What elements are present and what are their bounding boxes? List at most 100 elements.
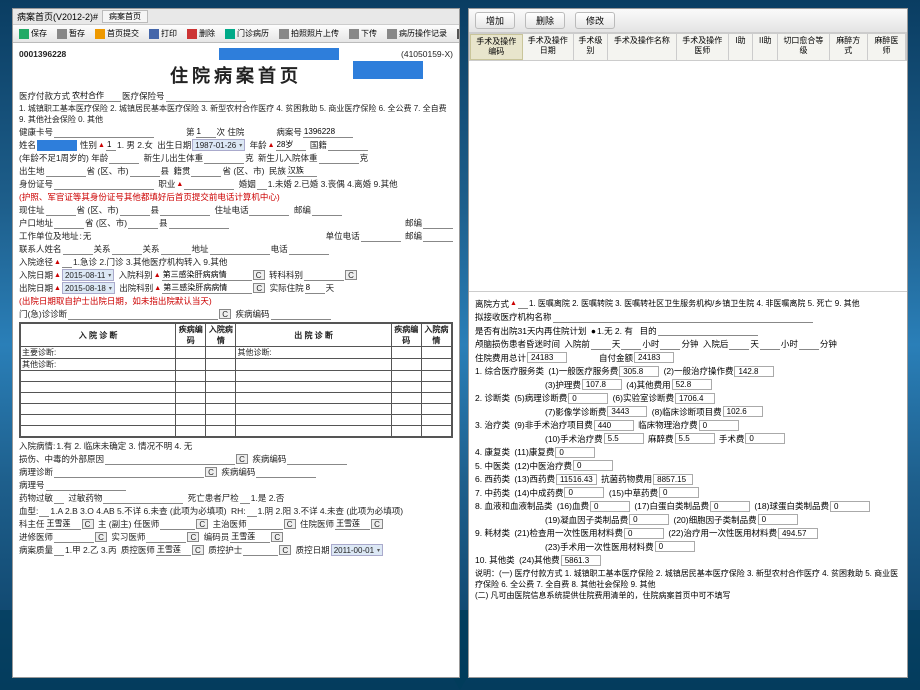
qc-nurse-input[interactable] bbox=[243, 545, 278, 556]
work-zip-input[interactable] bbox=[423, 231, 453, 242]
work-phone-input[interactable] bbox=[361, 231, 401, 242]
toolbar: 保存 暂存 首页提交 打印 删除 门诊病历 拍照照片上传 下传 病历操作记录 字… bbox=[13, 25, 459, 43]
fee-3b: 0 bbox=[699, 420, 739, 431]
fee-1b: 142.8 bbox=[734, 366, 774, 377]
fee-2c: 3443 bbox=[607, 406, 647, 417]
col-op-code[interactable]: 手术及操作编码 bbox=[470, 34, 523, 60]
native-prov-input[interactable] bbox=[191, 166, 221, 177]
submit-button[interactable]: 首页提交 bbox=[91, 27, 143, 40]
leave-input[interactable] bbox=[518, 298, 528, 309]
lookup-button[interactable]: C bbox=[253, 270, 265, 280]
newborn-admit-input[interactable] bbox=[319, 153, 359, 164]
infant-age-input[interactable] bbox=[109, 153, 139, 164]
col-asst1[interactable]: I助 bbox=[729, 34, 754, 60]
outpatient-button[interactable]: 门诊病历 bbox=[221, 27, 273, 40]
rh-input[interactable] bbox=[247, 506, 257, 517]
gender-input[interactable] bbox=[106, 140, 116, 151]
save-button[interactable]: 保存 bbox=[15, 27, 51, 40]
addr-phone-input[interactable] bbox=[249, 205, 289, 216]
qc-date-picker[interactable]: 2011-00-01 bbox=[331, 544, 383, 556]
clinic-diag-input[interactable] bbox=[68, 309, 218, 320]
fee-3d: 5.5 bbox=[675, 433, 715, 444]
col-asst2[interactable]: II助 bbox=[753, 34, 778, 60]
pract-input[interactable] bbox=[146, 532, 186, 543]
fee-4a: 0 bbox=[555, 447, 595, 458]
injury-input[interactable] bbox=[105, 454, 235, 465]
contact-phone-input[interactable] bbox=[289, 244, 329, 255]
path-no-input[interactable] bbox=[46, 480, 126, 491]
diagnosis-table: 入 院 诊 断 疾病编码 入院病情 出 院 诊 断 疾病编码 入院病情 主要诊断… bbox=[19, 322, 453, 438]
relation-input[interactable] bbox=[112, 244, 142, 255]
attending-input[interactable] bbox=[248, 519, 283, 530]
blood-input[interactable] bbox=[39, 506, 49, 517]
admit-way-input[interactable] bbox=[62, 257, 72, 268]
chief-input[interactable] bbox=[46, 519, 81, 530]
visit-num-input[interactable] bbox=[196, 127, 216, 138]
col-heal[interactable]: 切口愈合等级 bbox=[778, 34, 830, 60]
gender-label: 性别 bbox=[80, 139, 97, 151]
surgery-grid-body[interactable] bbox=[469, 61, 907, 291]
del-button[interactable]: 删除 bbox=[525, 12, 565, 29]
dis-dept-input[interactable] bbox=[162, 283, 252, 294]
print-button[interactable]: 打印 bbox=[145, 27, 181, 40]
delete-button[interactable]: 删除 bbox=[183, 27, 219, 40]
contact-addr-input[interactable] bbox=[210, 244, 270, 255]
col-anes-doc[interactable]: 麻醉医师 bbox=[868, 34, 906, 60]
quality-input[interactable] bbox=[54, 545, 64, 556]
tempsave-button[interactable]: 暂存 bbox=[53, 27, 89, 40]
font-button[interactable]: 字体 bbox=[453, 27, 460, 40]
birth-prov-input[interactable] bbox=[46, 166, 86, 177]
admit-dept-input[interactable] bbox=[162, 270, 252, 281]
col-anes[interactable]: 麻醉方式 bbox=[830, 34, 868, 60]
days-input[interactable] bbox=[305, 283, 325, 294]
font-icon bbox=[457, 29, 460, 39]
resident-input[interactable] bbox=[335, 519, 370, 530]
tab-record[interactable]: 病案首页 bbox=[102, 10, 148, 23]
pay-method-note: 1. 城镇职工基本医疗保险 2. 城镇居民基本医疗保险 3. 新型农村合作医疗 … bbox=[19, 103, 453, 125]
col-op-doc[interactable]: 手术及操作医师 bbox=[677, 34, 729, 60]
left-form-panel: 病案首页(V2012-2)# 病案首页 保存 暂存 首页提交 打印 删除 门诊病… bbox=[12, 8, 460, 678]
disease-code-input[interactable] bbox=[271, 309, 331, 320]
admit-date-picker[interactable]: 2015-08-11 bbox=[62, 269, 114, 281]
vice-input[interactable] bbox=[160, 519, 195, 530]
contact-name-input[interactable] bbox=[63, 244, 93, 255]
save-icon bbox=[19, 29, 29, 39]
history-button[interactable]: 病历操作记录 bbox=[383, 27, 451, 40]
allergy-drug-input[interactable] bbox=[103, 493, 183, 504]
health-card-input[interactable] bbox=[54, 127, 154, 138]
mod-button[interactable]: 修改 bbox=[575, 12, 615, 29]
camera-icon bbox=[279, 29, 289, 39]
hukou-zip-input[interactable] bbox=[423, 218, 453, 229]
pay-method-input[interactable] bbox=[71, 91, 121, 102]
newborn-weight-input[interactable] bbox=[204, 153, 244, 164]
purpose-input[interactable] bbox=[658, 325, 758, 336]
insurance-input[interactable] bbox=[166, 91, 246, 102]
redacted-block bbox=[219, 48, 339, 60]
marriage-input[interactable] bbox=[257, 179, 267, 190]
id-input[interactable] bbox=[54, 179, 154, 190]
birth-city-input[interactable] bbox=[130, 166, 160, 177]
qc-doc-input[interactable] bbox=[156, 545, 191, 556]
fee-form: 离院方式▲ 1. 医嘱离院 2. 医嘱转院 3. 医嘱转社区卫生服务机构/乡镇卫… bbox=[469, 291, 907, 605]
transfer-org-input[interactable] bbox=[553, 312, 813, 323]
job-input[interactable] bbox=[184, 179, 234, 190]
case-no-input[interactable] bbox=[303, 127, 353, 138]
zip-input[interactable] bbox=[312, 205, 342, 216]
nation-input[interactable] bbox=[328, 140, 368, 151]
age-input[interactable] bbox=[276, 140, 306, 151]
other-diag-cell[interactable]: 其他诊断: bbox=[236, 347, 391, 359]
col-op-date[interactable]: 手术及操作日期 bbox=[523, 34, 575, 60]
dis-date-picker[interactable]: 2015-08-18 bbox=[62, 282, 115, 294]
col-op-level[interactable]: 手术级别 bbox=[574, 34, 608, 60]
minzu-input[interactable] bbox=[287, 166, 317, 177]
coder-input[interactable] bbox=[230, 532, 270, 543]
birth-date-picker[interactable]: 1987-01-26 bbox=[192, 139, 245, 151]
download-button[interactable]: 下传 bbox=[345, 27, 381, 40]
add-button[interactable]: 增加 bbox=[475, 12, 515, 29]
photo-button[interactable]: 拍照照片上传 bbox=[275, 27, 343, 40]
path-diag-input[interactable] bbox=[54, 467, 204, 478]
col-op-name[interactable]: 手术及操作名称 bbox=[608, 34, 677, 60]
submit-icon bbox=[95, 29, 105, 39]
main-diag-cell[interactable]: 主要诊断: bbox=[21, 347, 176, 359]
intern-input[interactable] bbox=[54, 532, 94, 543]
